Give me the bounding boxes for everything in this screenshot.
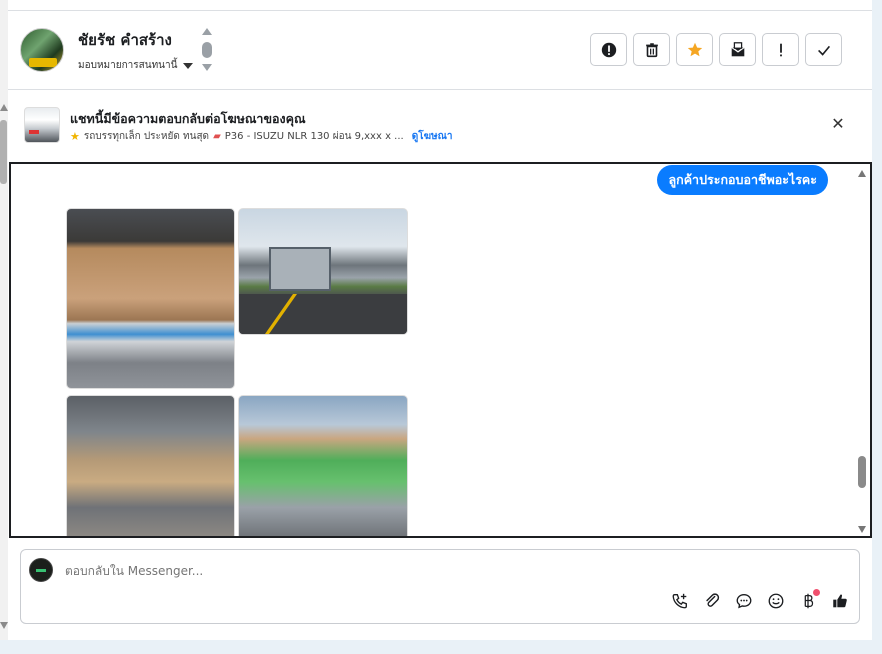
payment-button[interactable]: [799, 589, 820, 610]
report-button[interactable]: [590, 33, 627, 66]
call-add-button[interactable]: [671, 592, 689, 610]
emoji-icon: [768, 593, 784, 609]
attachment-icon: [706, 593, 720, 607]
ad-banner-title: แชทนี้มีข้อความตอบกลับต่อโฆษณาของคุณ: [70, 111, 306, 126]
photo-4[interactable]: [238, 395, 408, 536]
left-scrollbar[interactable]: [0, 0, 8, 640]
star-button[interactable]: [676, 33, 713, 66]
previous-arrow-icon[interactable]: [202, 28, 212, 35]
mark-unread-icon: [730, 41, 745, 56]
scroll-down-arrow-icon[interactable]: [0, 622, 8, 629]
thread-scrollbar[interactable]: [856, 164, 868, 536]
photo-1[interactable]: [66, 208, 235, 389]
thumbs-up-icon: [833, 594, 847, 608]
truck-emoji-icon: ▰: [213, 131, 221, 142]
photo-3[interactable]: [66, 395, 235, 536]
outgoing-message-bubble[interactable]: ลูกค้าประกอบอาชีพอะไรคะ: [657, 165, 828, 195]
close-icon[interactable]: ✕: [830, 116, 846, 132]
conversation-stepper[interactable]: [200, 28, 214, 74]
ad-banner-subtitle: ★ รถบรรทุกเล็ก ประหยัด ทนสุด ▰ P36 - ISU…: [70, 129, 453, 144]
divider: [8, 10, 872, 11]
like-button[interactable]: [831, 592, 849, 610]
assign-label: มอบหมายการสนทนานี้: [78, 60, 178, 71]
ad-thumbnail[interactable]: [24, 107, 60, 143]
mark-unread-button[interactable]: [719, 33, 756, 66]
star-emoji-icon: ★: [70, 130, 80, 143]
reply-composer: [20, 549, 860, 624]
check-icon: [817, 45, 830, 56]
scroll-up-arrow-icon[interactable]: [858, 170, 866, 177]
conversation-header: ชัยรัช คำสร้าง มอบหมายการสนทนานี้: [8, 12, 872, 90]
delete-button[interactable]: [633, 33, 670, 66]
assign-dropdown[interactable]: มอบหมายการสนทนานี้: [78, 58, 194, 73]
reply-input[interactable]: [65, 564, 765, 578]
view-ad-link[interactable]: ดูโฆษณา: [412, 129, 453, 144]
scroll-thumb[interactable]: [0, 120, 7, 184]
follow-up-icon: [779, 43, 782, 56]
attach-button[interactable]: [703, 592, 721, 610]
next-arrow-icon[interactable]: [202, 64, 212, 71]
chat-bubble-icon: [736, 594, 752, 609]
follow-up-button[interactable]: [762, 33, 799, 66]
scroll-up-arrow-icon[interactable]: [0, 104, 8, 111]
message-thread[interactable]: ลูกค้าประกอบอาชีพอะไรคะ: [9, 162, 872, 538]
notification-dot: [813, 589, 820, 596]
composer-tools: [671, 589, 849, 610]
chevron-down-icon: [183, 62, 194, 69]
report-icon: [601, 42, 616, 57]
saved-reply-button[interactable]: [735, 592, 753, 610]
photo-2[interactable]: [238, 208, 408, 335]
done-button[interactable]: [805, 33, 842, 66]
scroll-thumb[interactable]: [858, 456, 866, 488]
page-avatar: [29, 558, 53, 582]
ad-detail-text: P36 - ISUZU NLR 130 ผ่อน 9,xxx x ...: [224, 131, 404, 142]
contact-name[interactable]: ชัยรัช คำสร้าง: [78, 28, 172, 52]
trash-icon: [645, 42, 658, 57]
scroll-down-arrow-icon[interactable]: [858, 526, 866, 533]
emoji-button[interactable]: [767, 592, 785, 610]
stepper-handle: [202, 42, 212, 58]
header-actions: [590, 33, 842, 66]
ad-subtitle-text: รถบรรทุกเล็ก ประหยัด ทนสุด: [83, 131, 210, 142]
ad-reply-banner: แชทนี้มีข้อความตอบกลับต่อโฆษณาของคุณ ★ ร…: [8, 92, 872, 162]
call-add-icon: [672, 593, 687, 609]
contact-avatar[interactable]: [20, 28, 64, 72]
star-icon: [687, 42, 702, 56]
